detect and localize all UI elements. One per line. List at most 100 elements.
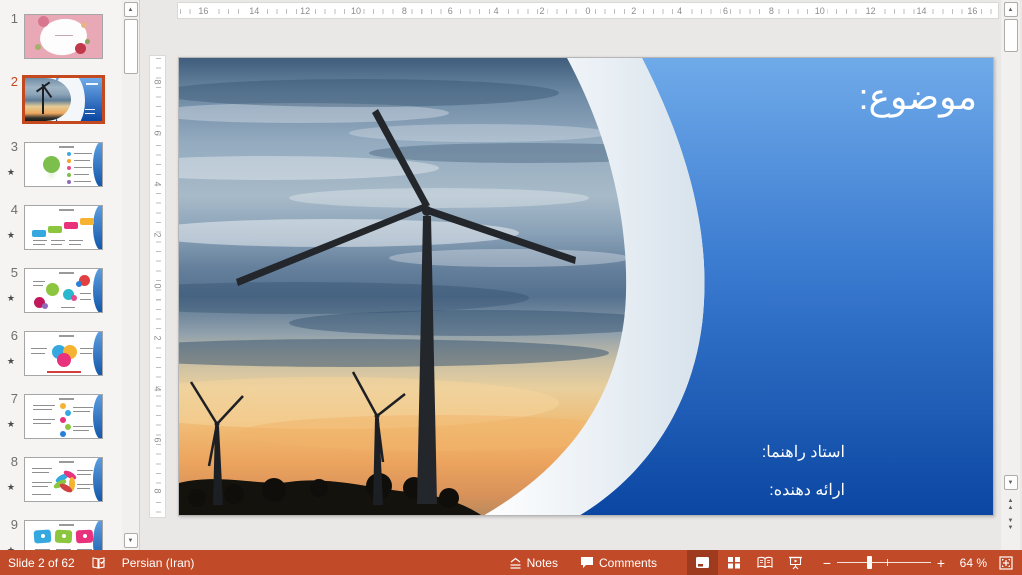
zoom-level[interactable]: 64 % [951,556,987,570]
language-indicator[interactable]: Persian (Iran) [122,556,195,570]
scrollbar-thumb[interactable] [1004,19,1018,52]
zoom-in-button[interactable]: + [935,555,947,571]
ruler-number: 4 [150,182,164,187]
next-slide-button[interactable]: ▼▼ [1004,518,1018,532]
reading-view-button[interactable] [749,550,780,575]
thumbnail-art [31,353,45,354]
slide-number: 8 [11,455,18,469]
slide-2-thumbnail[interactable] [22,75,105,124]
thumbnail-art [32,468,52,469]
animation-star-icon: ★ [7,482,15,493]
animation-star-icon: ★ [7,167,15,178]
slide-sorter-view-button[interactable] [718,550,749,575]
notes-toggle[interactable]: Notes [503,550,564,575]
slide-number-column: 6 ★ [0,329,22,376]
thumbnail-art [38,16,49,27]
thumbnail-art [61,307,75,308]
thumbnail-art [80,299,91,300]
powerpoint-window: 1 2 [0,0,1022,575]
previous-slide-button[interactable]: ▲▲ [1004,498,1018,512]
comments-toggle[interactable]: Comments [574,550,663,575]
thumbnail-art [62,534,66,538]
ruler-number: 2 [538,6,547,16]
comments-label: Comments [599,556,657,570]
thumbnail-panel-scrollbar[interactable]: ▲ ▼ [122,0,139,550]
normal-view-button[interactable] [687,550,718,575]
thumbnail-art [59,335,74,337]
thumbnail-row-5: 5 ★ [0,266,122,313]
thumbnail-row-6: 6 ★ [0,329,122,376]
scrollbar-thumb[interactable] [124,19,138,74]
thumbnail-art [85,109,95,111]
thumbnail-art [77,470,93,471]
zoom-slider-knob[interactable] [867,556,872,569]
slide-indicator[interactable]: Slide 2 of 62 [8,556,75,570]
horizontal-ruler[interactable]: 1614121086420246810121416 [177,2,999,19]
thumbnail-art [80,218,94,225]
slide-show-icon [788,556,803,570]
thumbnail-art [75,43,86,54]
notes-label: Notes [527,556,558,570]
thumbnail-art [33,409,52,410]
slide-6-thumbnail[interactable] [24,331,103,376]
slide-8-thumbnail[interactable] [24,457,103,502]
slide-3-thumbnail[interactable] [24,142,103,187]
thumbnail-art [59,272,74,274]
thumbnail-art [32,482,52,483]
thumbnail-art [51,244,62,245]
thumbnail-art [73,411,90,412]
slide-number: 1 [11,12,18,26]
thumbnail-row-3: 3 ★ [0,140,122,187]
main-vertical-scrollbar[interactable]: ▲ ▼ ▲▲ ▼▼ [1001,0,1020,550]
thumbnail-art [77,488,90,489]
zoom-out-button[interactable]: − [821,555,833,571]
scroll-down-button[interactable]: ▼ [1004,475,1018,490]
slide-number: 3 [11,140,18,154]
thumbnail-art [69,244,81,245]
status-bar: Slide 2 of 62 Persian (Iran) Notes [0,550,1022,575]
animation-star-icon: ★ [7,230,15,241]
slide-show-button[interactable] [780,550,811,575]
slide-7-thumbnail[interactable] [24,394,103,439]
slide-canvas-graphic [179,58,994,516]
slide-canvas[interactable]: موضوع: استاد راهنما: ارائه دهنده: [178,57,994,516]
thumbnail-art [42,87,44,114]
scroll-down-button[interactable]: ▼ [124,533,138,548]
ruler-number: 4 [492,6,501,16]
scroll-up-button[interactable]: ▲ [1004,2,1018,17]
scroll-up-button[interactable]: ▲ [124,2,138,17]
thumbnail-art [69,240,83,241]
thumbnail-art [83,534,87,538]
ruler-number: 6 [446,6,455,16]
animation-star-icon: ★ [7,419,15,430]
supervisor-label[interactable]: استاد راهنما: [762,441,845,479]
slide-subtitle-block[interactable]: استاد راهنما: ارائه دهنده: [762,441,845,516]
thumbnail-art [60,403,66,409]
slide-9-thumbnail[interactable] [24,520,103,550]
ruler-number: 2 [150,233,164,238]
presenter-label[interactable]: ارائه دهنده: [762,479,845,516]
thumbnail-art [48,226,62,233]
thumbnail-art [74,174,89,175]
ruler-number: 8 [400,6,409,16]
slide-1-thumbnail[interactable] [24,14,103,59]
thumbnail-art [67,173,71,177]
zoom-slider[interactable] [837,550,931,575]
slide-title-text[interactable]: موضوع: [858,76,977,118]
zoom-slider-center-notch [887,559,888,566]
thumbnail-art [43,156,60,173]
thumbnail-art [33,244,45,245]
thumbnail-art [74,153,92,154]
thumbnail-art [47,371,81,373]
ruler-number: 6 [150,130,164,135]
vertical-ruler[interactable]: 864202468 [149,55,166,518]
thumbnail-art [73,430,89,431]
thumbnail-art [33,281,45,282]
thumbnail-art [33,423,51,424]
slide-5-thumbnail[interactable] [24,268,103,313]
thumbnail-art [33,419,55,420]
thumbnail-art [85,39,90,44]
fit-slide-to-window-button[interactable] [993,550,1018,575]
spell-check-icon[interactable] [91,556,106,570]
slide-4-thumbnail[interactable] [24,205,103,250]
